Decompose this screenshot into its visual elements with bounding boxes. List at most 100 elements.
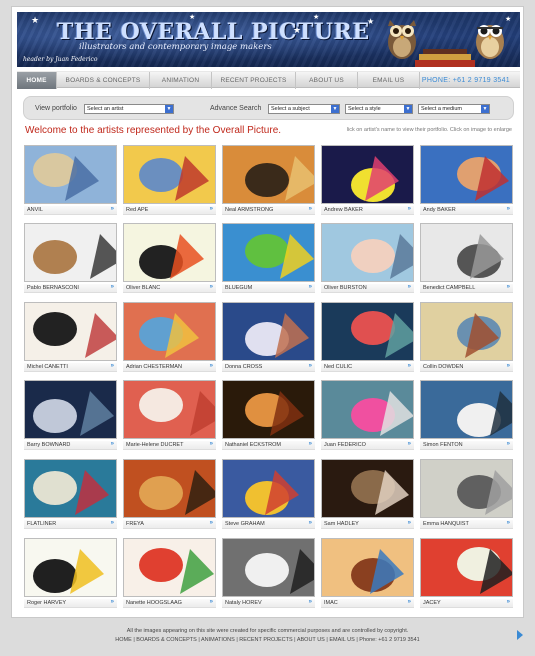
artist-name-link[interactable]: Nanette HOOGSLAAG <box>126 600 182 606</box>
artist-name-link[interactable]: FREYA <box>126 521 144 527</box>
artist-caption[interactable]: FREYA » <box>123 520 216 529</box>
artist-caption[interactable]: Marie-Helene DUCRET » <box>123 441 216 450</box>
artist-card[interactable]: Roger HARVEY » <box>24 538 117 614</box>
double-chevron-right-icon[interactable]: » <box>309 363 312 369</box>
artist-name-link[interactable]: Juan FEDERICO <box>324 442 366 448</box>
header-banner[interactable]: ★ ★ ★ ★ ★ ★ THE OVERALL PICTURE illustra… <box>17 12 520 67</box>
artist-name-link[interactable]: Oliver BURSTON <box>324 285 367 291</box>
artist-thumbnail[interactable] <box>24 145 117 204</box>
artist-caption[interactable]: Nataly HOREV » <box>222 599 315 608</box>
double-chevron-right-icon[interactable]: » <box>507 206 510 212</box>
artist-name-link[interactable]: Michel CANETTI <box>27 364 68 370</box>
artist-name-link[interactable]: Nataly HOREV <box>225 600 262 606</box>
artist-caption[interactable]: Simon FENTON » <box>420 441 513 450</box>
subject-select[interactable]: Select a subject ▼ <box>268 104 340 114</box>
artist-thumbnail[interactable] <box>420 459 513 518</box>
artist-caption[interactable]: Roger HARVEY » <box>24 599 117 608</box>
artist-caption[interactable]: ANVIL » <box>24 206 117 215</box>
artist-caption[interactable]: Ned CULIC » <box>321 363 414 372</box>
artist-card[interactable]: Adrian CHESTERMAN » <box>123 302 216 378</box>
artist-card[interactable]: Andrew BAKER » <box>321 145 414 221</box>
double-chevron-right-icon[interactable]: » <box>408 441 411 447</box>
artist-thumbnail[interactable] <box>321 302 414 361</box>
artist-card[interactable]: Emma HANQUIST » <box>420 459 513 535</box>
artist-caption[interactable]: Collin DOWDEN » <box>420 363 513 372</box>
artist-thumbnail[interactable] <box>420 145 513 204</box>
double-chevron-right-icon[interactable]: » <box>309 520 312 526</box>
artist-caption[interactable]: Pablo BERNASCONI » <box>24 284 117 293</box>
artist-card[interactable]: Nataly HOREV » <box>222 538 315 614</box>
double-chevron-right-icon[interactable]: » <box>111 520 114 526</box>
artist-thumbnail[interactable] <box>222 380 315 439</box>
artist-caption[interactable]: Michel CANETTI » <box>24 363 117 372</box>
artist-thumbnail[interactable] <box>222 538 315 597</box>
double-chevron-right-icon[interactable]: » <box>111 284 114 290</box>
artist-card[interactable]: Nanette HOOGSLAAG » <box>123 538 216 614</box>
artist-thumbnail[interactable] <box>123 145 216 204</box>
artist-name-link[interactable]: Andy BAKER <box>423 207 456 213</box>
artist-caption[interactable]: Donna CROSS » <box>222 363 315 372</box>
artist-card[interactable]: Pablo BERNASCONI » <box>24 223 117 299</box>
artist-thumbnail[interactable] <box>123 459 216 518</box>
artist-thumbnail[interactable] <box>24 459 117 518</box>
nav-email-us[interactable]: EMAIL US <box>358 72 420 89</box>
style-select[interactable]: Select a style ▼ <box>345 104 413 114</box>
double-chevron-right-icon[interactable]: » <box>408 520 411 526</box>
artist-thumbnail[interactable] <box>321 145 414 204</box>
artist-name-link[interactable]: Simon FENTON <box>423 442 463 448</box>
artist-name-link[interactable]: Donna CROSS <box>225 364 262 370</box>
artist-thumbnail[interactable] <box>222 459 315 518</box>
double-chevron-right-icon[interactable]: » <box>408 599 411 605</box>
artist-thumbnail[interactable] <box>123 538 216 597</box>
double-chevron-right-icon[interactable]: » <box>210 441 213 447</box>
double-chevron-right-icon[interactable]: » <box>408 363 411 369</box>
artist-card[interactable]: Nathaniel ECKSTROM » <box>222 380 315 456</box>
artist-card[interactable]: Neal ARMSTRONG » <box>222 145 315 221</box>
artist-caption[interactable]: Andrew BAKER » <box>321 206 414 215</box>
artist-caption[interactable]: Oliver BLANC » <box>123 284 216 293</box>
artist-thumbnail[interactable] <box>321 459 414 518</box>
nav-animation[interactable]: ANIMATION <box>150 72 212 89</box>
artist-name-link[interactable]: Oliver BLANC <box>126 285 160 291</box>
artist-card[interactable]: FLATLINER » <box>24 459 117 535</box>
artist-name-link[interactable]: Benedict CAMPBELL <box>423 285 475 291</box>
artist-card[interactable]: JACEY » <box>420 538 513 614</box>
double-chevron-right-icon[interactable]: » <box>111 441 114 447</box>
nav-boards-concepts[interactable]: BOARDS & CONCEPTS <box>57 72 150 89</box>
artist-name-link[interactable]: Nathaniel ECKSTROM <box>225 442 281 448</box>
artist-name-link[interactable]: Ned CULIC <box>324 364 352 370</box>
artist-card[interactable]: Oliver BURSTON » <box>321 223 414 299</box>
artist-thumbnail[interactable] <box>24 538 117 597</box>
artist-thumbnail[interactable] <box>222 223 315 282</box>
artist-thumbnail[interactable] <box>420 380 513 439</box>
artist-name-link[interactable]: Collin DOWDEN <box>423 364 463 370</box>
nav-about-us[interactable]: ABOUT US <box>296 72 358 89</box>
medium-select[interactable]: Select a medium ▼ <box>418 104 490 114</box>
artist-card[interactable]: Benedict CAMPBELL » <box>420 223 513 299</box>
artist-thumbnail[interactable] <box>123 223 216 282</box>
artist-card[interactable]: FREYA » <box>123 459 216 535</box>
artist-card[interactable]: Donna CROSS » <box>222 302 315 378</box>
artist-card[interactable]: BLUEGUM » <box>222 223 315 299</box>
artist-card[interactable]: Sam HADLEY » <box>321 459 414 535</box>
double-chevron-right-icon[interactable]: » <box>210 284 213 290</box>
double-chevron-right-icon[interactable]: » <box>309 441 312 447</box>
artist-caption[interactable]: Barry BOWNARD » <box>24 441 117 450</box>
double-chevron-right-icon[interactable]: » <box>309 599 312 605</box>
artist-name-link[interactable]: BLUEGUM <box>225 285 252 291</box>
artist-thumbnail[interactable] <box>420 302 513 361</box>
double-chevron-right-icon[interactable]: » <box>507 520 510 526</box>
double-chevron-right-icon[interactable]: » <box>111 599 114 605</box>
artist-thumbnail[interactable] <box>222 302 315 361</box>
artist-caption[interactable]: Red APE » <box>123 206 216 215</box>
double-chevron-right-icon[interactable]: » <box>507 284 510 290</box>
artist-card[interactable]: ANVIL » <box>24 145 117 221</box>
artist-thumbnail[interactable] <box>24 380 117 439</box>
double-chevron-right-icon[interactable]: » <box>111 206 114 212</box>
artist-thumbnail[interactable] <box>420 538 513 597</box>
artist-card[interactable]: Marie-Helene DUCRET » <box>123 380 216 456</box>
double-chevron-right-icon[interactable]: » <box>111 363 114 369</box>
artist-card[interactable]: Red APE » <box>123 145 216 221</box>
scroll-top-icon[interactable] <box>517 630 523 640</box>
artist-name-link[interactable]: Pablo BERNASCONI <box>27 285 79 291</box>
